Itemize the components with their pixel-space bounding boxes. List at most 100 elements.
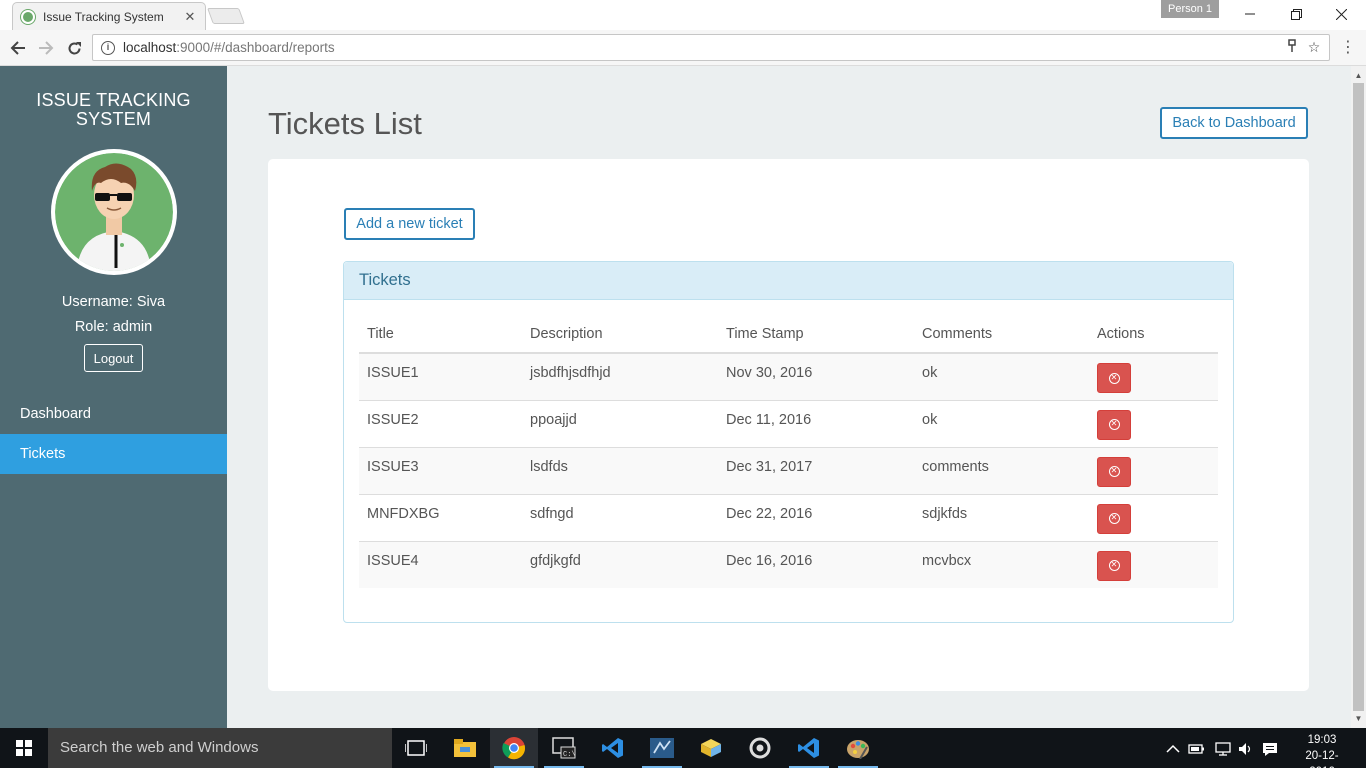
new-tab-button[interactable] — [207, 8, 245, 24]
delete-button[interactable]: ✕ — [1097, 363, 1131, 393]
cell-comments: ok — [914, 399, 1089, 447]
url-text[interactable]: localhost:9000/#/dashboard/reports — [123, 40, 1281, 55]
command-prompt-icon[interactable]: C:\ — [540, 728, 588, 768]
volume-icon[interactable] — [1238, 728, 1254, 768]
role-label: Role: admin — [74, 319, 153, 335]
file-explorer-icon[interactable] — [441, 728, 489, 768]
remove-circle-icon: ✕ — [1108, 513, 1120, 524]
cell-description: jsbdfhjsdfhjd — [530, 365, 611, 381]
back-to-dashboard-button[interactable]: Back to Dashboard — [1160, 107, 1308, 139]
start-button[interactable] — [0, 728, 48, 768]
favicon-icon — [21, 9, 35, 24]
forward-arrow-icon[interactable] — [34, 36, 58, 60]
column-header-title: Title — [359, 318, 522, 354]
visual-studio-icon[interactable] — [785, 728, 833, 768]
content-card: Add a new ticket Tickets Title Descripti… — [268, 159, 1309, 691]
remove-circle-icon: ✕ — [1108, 560, 1120, 571]
delete-button[interactable]: ✕ — [1097, 503, 1131, 534]
action-center-icon[interactable] — [1262, 728, 1278, 768]
battery-icon[interactable] — [1188, 728, 1206, 768]
cell-comments: sdjkfds — [914, 493, 1089, 541]
column-header-description: Description — [522, 318, 718, 354]
chrome-icon[interactable] — [490, 728, 538, 768]
profile-badge[interactable]: Person 1 — [1161, 0, 1219, 18]
cell-timestamp: Nov 30, 2016 — [726, 365, 813, 381]
cell-actions: ✕ — [1089, 399, 1218, 447]
username-label: Username: Siva — [61, 294, 166, 310]
cell-title: MNFDXBG — [359, 493, 522, 541]
taskbar-search[interactable]: Search the web and Windows — [48, 728, 392, 768]
column-header-actions: Actions — [1089, 318, 1218, 354]
browser-titlebar: Issue Tracking System ✕ Person 1 — [0, 0, 1366, 30]
page-title: Tickets List — [268, 106, 422, 141]
paint-icon[interactable] — [834, 728, 882, 768]
logout-button[interactable]: Logout — [84, 344, 143, 372]
network-icon[interactable] — [1214, 728, 1232, 768]
task-view-icon[interactable] — [392, 728, 440, 768]
cell-description: lsdfds — [522, 446, 718, 494]
cell-actions: ✕ — [1089, 353, 1218, 400]
column-header-timestamp: Time Stamp — [718, 318, 914, 354]
table-row: MNFDXBG sdfngd Dec 22, 2016 sdjkfds ✕ — [359, 493, 1218, 541]
sidebar-item-tickets[interactable]: Tickets — [0, 434, 227, 474]
tickets-panel: Tickets Title Description Time Stamp Com… — [343, 261, 1234, 623]
git-app-icon[interactable] — [736, 728, 784, 768]
taskbar-clock[interactable]: 19:03 20-12-2016 — [1298, 732, 1346, 768]
add-ticket-button[interactable]: Add a new ticket — [344, 208, 475, 240]
star-icon[interactable]: ☆ — [1303, 39, 1325, 56]
panel-heading: Tickets — [344, 262, 1233, 300]
delete-button[interactable]: ✕ — [1097, 409, 1131, 440]
scroll-thumb[interactable] — [1353, 83, 1364, 711]
tab-close-icon[interactable]: ✕ — [183, 9, 197, 25]
minimize-icon[interactable] — [1227, 0, 1273, 28]
address-bar[interactable]: i localhost:9000/#/dashboard/reports ☆ — [92, 34, 1330, 61]
back-arrow-icon[interactable] — [6, 36, 30, 60]
page-scrollbar[interactable]: ▲ ▼ — [1351, 66, 1366, 728]
browser-toolbar: i localhost:9000/#/dashboard/reports ☆ ⋮ — [0, 30, 1366, 66]
browser-menu-icon[interactable]: ⋮ — [1340, 38, 1356, 58]
windows-logo-icon — [16, 740, 32, 756]
cell-timestamp: Dec 22, 2016 — [718, 493, 914, 541]
clock-date: 20-12-2016 — [1305, 750, 1339, 768]
cell-title: ISSUE2 — [359, 399, 522, 447]
scroll-down-icon[interactable]: ▼ — [1351, 711, 1366, 726]
url-path: :9000/#/dashboard/reports — [176, 40, 335, 55]
browser-tab[interactable]: Issue Tracking System ✕ — [12, 2, 206, 30]
visual-studio-code-icon[interactable] — [589, 728, 637, 768]
cell-timestamp: Dec 31, 2017 — [718, 446, 914, 494]
cell-description: gfdjkgfd — [522, 540, 718, 588]
cell-comments: comments — [914, 446, 1089, 494]
delete-button[interactable]: ✕ — [1097, 550, 1131, 581]
info-icon[interactable]: i — [101, 40, 115, 55]
sidebar: ISSUE TRACKING SYSTEM Username: Siva Rol… — [0, 66, 227, 728]
avatar — [51, 149, 177, 275]
key-icon[interactable] — [1281, 39, 1303, 56]
restore-icon[interactable] — [1273, 0, 1319, 28]
cell-title: ISSUE1 — [367, 365, 419, 381]
cell-title: ISSUE3 — [359, 446, 522, 494]
taskbar: Search the web and Windows C:\ 19:03 20-… — [0, 728, 1366, 768]
tray-overflow-icon[interactable] — [1166, 728, 1180, 768]
close-window-icon[interactable] — [1318, 0, 1364, 28]
cell-actions: ✕ — [1089, 540, 1218, 588]
sidebar-item-dashboard[interactable]: Dashboard — [0, 394, 227, 434]
delete-button[interactable]: ✕ — [1097, 456, 1131, 487]
tickets-table: Title Description Time Stamp Comments Ac… — [359, 318, 1218, 588]
app-title: ISSUE TRACKING SYSTEM — [0, 91, 227, 129]
clock-time: 19:03 — [1307, 734, 1337, 746]
cell-actions: ✕ — [1089, 446, 1218, 494]
main-content: Tickets List Back to Dashboard Add a new… — [227, 66, 1351, 728]
scroll-up-icon[interactable]: ▲ — [1351, 68, 1366, 83]
folder-app-icon[interactable] — [687, 728, 735, 768]
tab-title: Issue Tracking System — [43, 9, 164, 24]
cell-comments: mcvbcx — [914, 540, 1089, 588]
table-header-row: Title Description Time Stamp Comments Ac… — [359, 318, 1218, 354]
url-host: localhost — [123, 40, 177, 55]
remove-circle-icon: ✕ — [1108, 372, 1120, 384]
reload-icon[interactable] — [62, 36, 86, 60]
cell-title: ISSUE4 — [359, 540, 522, 588]
remove-circle-icon: ✕ — [1108, 466, 1120, 477]
sql-server-icon[interactable] — [638, 728, 686, 768]
table-row: ISSUE2 ppoajjd Dec 11, 2016 ok ✕ — [359, 399, 1218, 447]
app-title-line2: SYSTEM — [75, 109, 152, 129]
